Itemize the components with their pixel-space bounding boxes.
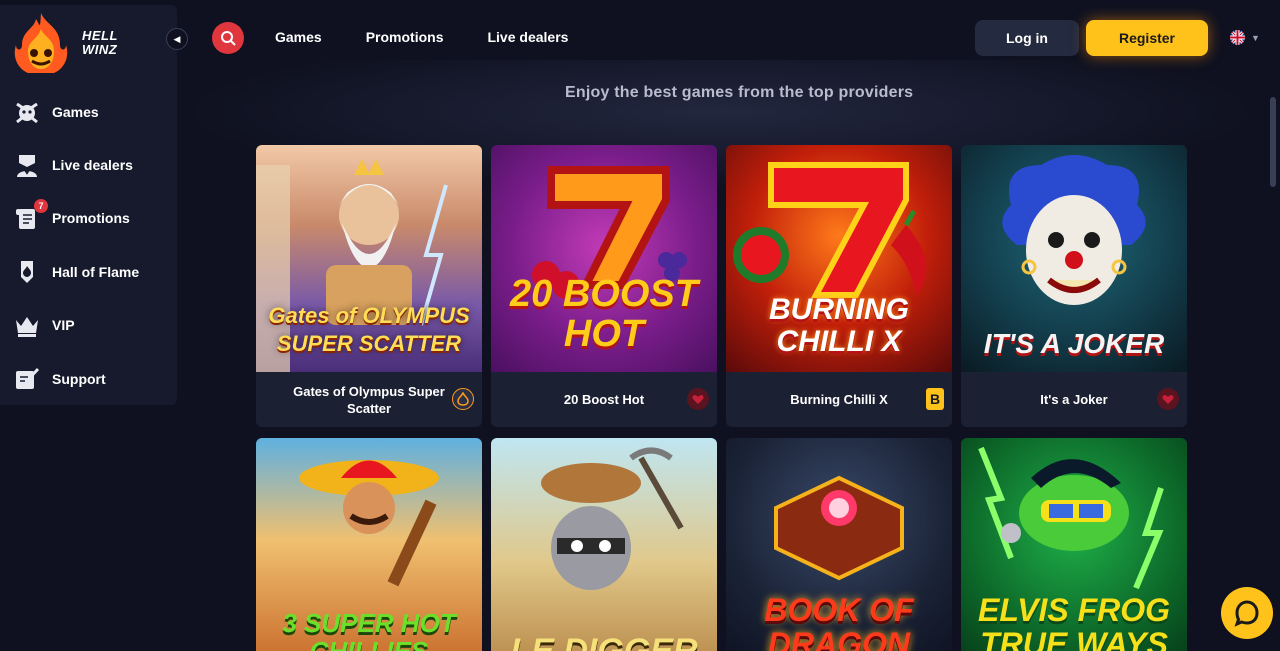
live-chat-button[interactable] bbox=[1221, 587, 1273, 639]
game-name: 20 Boost Hot bbox=[563, 392, 645, 407]
language-selector[interactable]: ▼ bbox=[1230, 30, 1260, 45]
page-scrollbar[interactable] bbox=[1270, 97, 1276, 187]
support-icon bbox=[12, 364, 42, 394]
game-art-title: LE DIGGER bbox=[510, 632, 698, 651]
sidebar-item-label: Games bbox=[52, 103, 99, 120]
bgaming-icon: B bbox=[926, 388, 944, 410]
game-art-title: BOOK OF DRAGON bbox=[764, 592, 914, 651]
flame-logo-icon bbox=[14, 13, 68, 73]
top-nav: Games Promotions Live dealers bbox=[275, 29, 568, 45]
provider-heart-icon bbox=[1157, 388, 1179, 410]
topnav-promotions[interactable]: Promotions bbox=[366, 29, 444, 45]
promotions-badge: 7 bbox=[34, 199, 48, 214]
sidebar-item-hall-of-flame[interactable]: Hall of Flame bbox=[0, 245, 177, 298]
sidebar-item-label: VIP bbox=[52, 317, 75, 334]
vip-crown-icon bbox=[12, 310, 42, 340]
game-thumbnail: 20 BOOST HOT bbox=[491, 145, 717, 372]
game-thumbnail: 3 SUPER HOT CHILLIES bbox=[256, 438, 482, 651]
game-thumbnail: LE DIGGER bbox=[491, 438, 717, 651]
game-card[interactable]: 3 SUPER HOT CHILLIES bbox=[256, 438, 482, 651]
logo-text: HELL WINZ bbox=[82, 28, 118, 57]
game-card[interactable]: BURNING CHILLI X Burning Chilli X B bbox=[726, 145, 952, 427]
game-card-footer: 20 Boost Hot bbox=[491, 372, 717, 427]
topnav-live-dealers[interactable]: Live dealers bbox=[487, 29, 568, 45]
sidebar-item-label: Live dealers bbox=[52, 157, 133, 174]
logo[interactable]: HELL WINZ bbox=[10, 11, 140, 77]
game-art-title: Gates of OLYMPUS SUPER SCATTER bbox=[268, 303, 470, 356]
game-thumbnail: ELVIS FROG TRUE WAYS bbox=[961, 438, 1187, 651]
sidebar-item-support[interactable]: Support bbox=[0, 352, 177, 405]
game-card-footer: Gates of Olympus Super Scatter bbox=[256, 372, 482, 427]
game-card[interactable]: 20 BOOST HOT 20 Boost Hot bbox=[491, 145, 717, 427]
game-thumbnail: BURNING CHILLI X bbox=[726, 145, 952, 372]
game-name: Gates of Olympus Super Scatter bbox=[293, 383, 445, 416]
provider-heart-icon bbox=[687, 388, 709, 410]
chevron-down-icon: ▼ bbox=[1251, 32, 1260, 43]
game-thumbnail: BOOK OF DRAGON bbox=[726, 438, 952, 651]
games-grid: Gates of OLYMPUS SUPER SCATTER Gates of … bbox=[256, 145, 1189, 651]
promotions-icon: 7 bbox=[12, 199, 48, 233]
pragmatic-icon bbox=[452, 388, 474, 410]
game-art-title: 3 SUPER HOT CHILLIES bbox=[282, 608, 456, 651]
game-thumbnail: IT'S A JOKER bbox=[961, 145, 1187, 372]
sidebar-item-label: Hall of Flame bbox=[52, 263, 140, 280]
register-button[interactable]: Register bbox=[1086, 20, 1208, 56]
game-art-title: IT'S A JOKER bbox=[983, 328, 1165, 359]
sidebar-item-label: Promotions bbox=[52, 210, 130, 227]
sidebar-item-live-dealers[interactable]: Live dealers bbox=[0, 138, 177, 191]
game-card[interactable]: LE DIGGER bbox=[491, 438, 717, 651]
sidebar: HELL WINZ Games Live dealers 7 Promotion… bbox=[0, 5, 177, 405]
sidebar-item-vip[interactable]: VIP bbox=[0, 299, 177, 352]
games-icon bbox=[12, 97, 42, 127]
hall-of-flame-icon bbox=[12, 257, 42, 287]
sidebar-item-label: Support bbox=[52, 370, 106, 387]
game-art-title: ELVIS FROG TRUE WAYS bbox=[977, 592, 1171, 651]
game-card-footer: Burning Chilli X B bbox=[726, 372, 952, 427]
game-card[interactable]: Gates of OLYMPUS SUPER SCATTER Gates of … bbox=[256, 145, 482, 427]
game-card[interactable]: BOOK OF DRAGON bbox=[726, 438, 952, 651]
game-thumbnail: Gates of OLYMPUS SUPER SCATTER bbox=[256, 145, 482, 372]
game-card[interactable]: IT'S A JOKER It's a Joker bbox=[961, 145, 1187, 427]
search-icon bbox=[221, 31, 236, 46]
chat-bubble-icon bbox=[1234, 600, 1259, 627]
sidebar-collapse-button[interactable]: ◀ bbox=[166, 28, 188, 50]
sidebar-item-promotions[interactable]: 7 Promotions bbox=[0, 192, 177, 245]
game-art-title: 20 BOOST HOT bbox=[510, 273, 698, 355]
login-button[interactable]: Log in bbox=[975, 20, 1079, 56]
game-card-footer: It's a Joker bbox=[961, 372, 1187, 427]
live-dealers-icon bbox=[12, 150, 42, 180]
game-name: Burning Chilli X bbox=[790, 392, 888, 407]
game-card[interactable]: ELVIS FROG TRUE WAYS bbox=[961, 438, 1187, 651]
sidebar-nav: Games Live dealers 7 Promotions Hall of … bbox=[0, 85, 177, 405]
chevron-left-icon: ◀ bbox=[173, 33, 181, 44]
game-name: It's a Joker bbox=[1040, 392, 1108, 407]
sidebar-item-games[interactable]: Games bbox=[0, 85, 177, 138]
uk-flag-icon bbox=[1230, 30, 1245, 45]
raccoon-art-icon bbox=[541, 447, 684, 590]
section-subtitle: Enjoy the best games from the top provid… bbox=[565, 84, 914, 101]
topnav-games[interactable]: Games bbox=[275, 29, 322, 45]
game-art-title: BURNING CHILLI X bbox=[769, 293, 909, 358]
search-button[interactable] bbox=[212, 22, 244, 54]
